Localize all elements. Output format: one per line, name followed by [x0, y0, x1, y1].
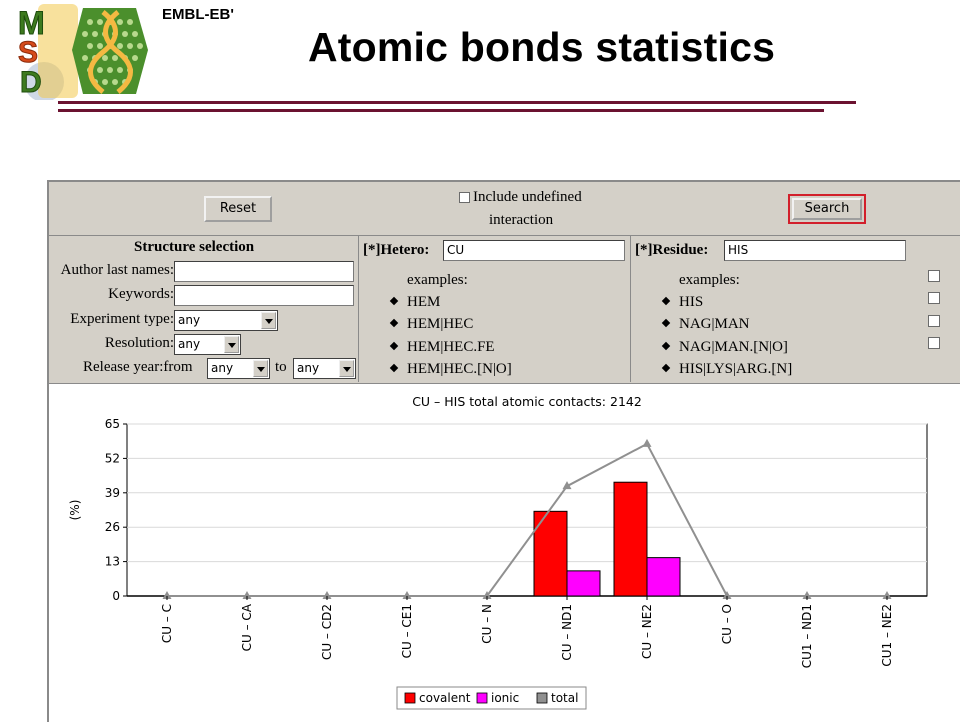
covalent-bar [613, 481, 648, 597]
list-item: HEM|HEC.[N|O] [389, 361, 512, 378]
msd-logo: M S D [18, 4, 148, 100]
residue-examples-label: examples: [679, 272, 740, 288]
ionic-legend-swatch [476, 692, 488, 704]
release-year-from-value: any [211, 361, 234, 375]
x-tick-label: CU – CA [240, 603, 254, 651]
logo-letter: S [18, 36, 38, 69]
chart-title: CU – HIS total atomic contacts: 2142 [412, 394, 642, 409]
ionic-bar [566, 570, 601, 597]
x-tick-label: CU – C [160, 604, 174, 643]
chart-area: CU – HIS total atomic contacts: 2142 0 13 2… [49, 383, 960, 722]
x-tick-label: CU – ND1 [560, 604, 574, 661]
y-tick-label: 65 [105, 417, 120, 431]
include-undefined-label-line2: interaction [489, 212, 554, 228]
list-item: NAG|MAN.[N|O] [661, 339, 788, 356]
option-checkbox[interactable] [928, 292, 940, 304]
list-item: NAG|MAN [661, 316, 750, 333]
chevron-down-icon[interactable] [261, 312, 276, 329]
header-divider-top [58, 101, 856, 104]
ionic-legend-label: ionic [491, 691, 519, 705]
chevron-down-icon[interactable] [339, 360, 354, 377]
covalent-legend-label: covalent [419, 691, 471, 705]
resolution-label: Resolution: [104, 335, 174, 351]
header-divider-bottom [58, 109, 824, 112]
option-checkbox[interactable] [928, 270, 940, 282]
structure-selection-heading: Structure selection [134, 239, 255, 255]
page-title: Atomic bonds statistics [308, 24, 776, 70]
release-year-to-label: to [275, 359, 287, 375]
x-tick-label: CU – O [720, 604, 734, 644]
x-tick-label: CU1 – ND1 [800, 604, 814, 668]
x-tick-label: CU – N [480, 604, 494, 644]
release-year-from-select[interactable]: any [207, 358, 270, 379]
x-tick-label: CU – CE1 [400, 604, 414, 658]
list-item: HIS|LYS|ARG.[N] [661, 361, 793, 378]
resolution-value: any [178, 337, 201, 351]
hetero-label: [*]Hetero: [363, 242, 430, 258]
y-tick-label: 26 [105, 520, 120, 534]
residue-example-text: HIS [679, 294, 704, 310]
chevron-down-icon[interactable] [224, 336, 239, 353]
total-legend-swatch [536, 692, 548, 704]
residue-example-text: NAG|MAN [679, 316, 750, 332]
list-item: HIS [661, 294, 704, 311]
y-tick-label: 52 [105, 451, 120, 465]
structure-selection-section: Structure selection Author last names: K… [49, 236, 359, 382]
experiment-type-label: Experiment type: [70, 311, 174, 327]
hetero-example-text: HEM|HEC.[N|O] [407, 361, 512, 377]
x-tick-label: CU – NE2 [640, 604, 654, 659]
author-label: Author last names: [60, 262, 174, 278]
y-tick-label: 13 [105, 555, 120, 569]
include-undefined-option[interactable]: Include undefined [459, 189, 582, 206]
hetero-section: [*]Hetero: CU examples: HEM HEM|HEC HEM|… [359, 236, 631, 382]
option-checkbox[interactable] [928, 315, 940, 327]
hetero-examples-label: examples: [407, 272, 468, 288]
option-checkbox[interactable] [928, 337, 940, 349]
x-tick-label: CU1 – NE2 [880, 604, 894, 667]
total-legend-label: total [551, 691, 578, 705]
hetero-example-text: HEM [407, 294, 441, 310]
search-button-focus-ring: Search [788, 194, 866, 224]
residue-label: [*]Residue: [635, 242, 709, 258]
ionic-bar [646, 557, 681, 597]
residue-example-text: HIS|LYS|ARG.[N] [679, 361, 793, 377]
search-button[interactable]: Search [792, 198, 862, 220]
keywords-label: Keywords: [108, 286, 174, 302]
hetero-example-text: HEM|HEC [407, 316, 474, 332]
release-year-to-value: any [297, 361, 320, 375]
form-toolbar: Reset Include undefined interaction Sear… [49, 182, 960, 236]
include-undefined-checkbox[interactable] [459, 192, 470, 204]
residue-input[interactable]: HIS [724, 240, 906, 261]
covalent-legend-swatch [404, 692, 416, 704]
x-tick-label: CU – CD2 [320, 604, 334, 660]
experiment-type-select[interactable]: any [174, 310, 278, 331]
logo-letter: D [20, 66, 42, 99]
contacts-chart: CU – HIS total atomic contacts: 2142 0 13 2… [68, 394, 928, 710]
list-item: HEM|HEC.FE [389, 339, 495, 356]
hetero-input[interactable]: CU [443, 240, 625, 261]
y-tick-label: 39 [105, 486, 120, 500]
y-axis-label: (%) [68, 500, 82, 521]
residue-section: [*]Residue: HIS examples: HIS NAG|MAN NA… [631, 236, 960, 382]
release-year-label: Release year:from [83, 359, 193, 375]
hetero-example-text: HEM|HEC.FE [407, 339, 495, 355]
residue-example-text: NAG|MAN.[N|O] [679, 339, 788, 355]
chevron-down-icon[interactable] [253, 360, 268, 377]
plot-frame [126, 423, 928, 597]
experiment-type-value: any [178, 313, 201, 327]
reset-button[interactable]: Reset [204, 196, 272, 222]
keywords-input[interactable] [174, 285, 354, 306]
list-item: HEM [389, 294, 441, 311]
include-undefined-label: Include undefined [473, 189, 582, 205]
y-tick-label: 0 [112, 589, 120, 603]
resolution-select[interactable]: any [174, 334, 241, 355]
release-year-to-select[interactable]: any [293, 358, 356, 379]
author-input[interactable] [174, 261, 354, 282]
list-item: HEM|HEC [389, 316, 474, 333]
org-label: EMBL-EB' [162, 6, 234, 23]
search-form-panel: Reset Include undefined interaction Sear… [47, 180, 960, 722]
